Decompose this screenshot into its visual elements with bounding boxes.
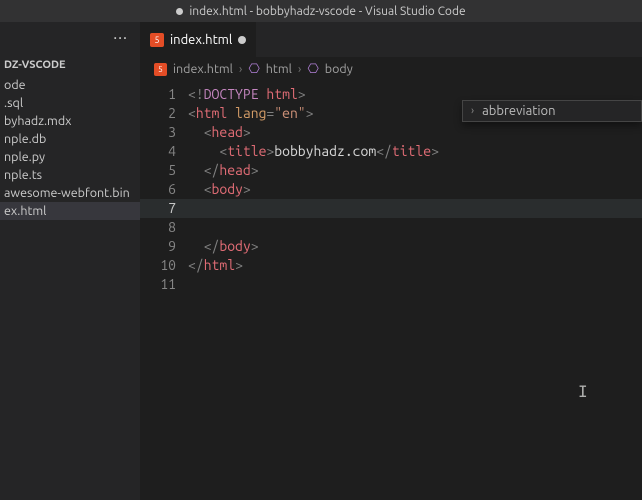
file-item[interactable]: awesome-webfont.bin xyxy=(0,184,140,202)
line-number: 10 xyxy=(140,256,176,275)
code-line[interactable]: </html> xyxy=(188,256,642,275)
line-number: 6 xyxy=(140,180,176,199)
line-number: 1 xyxy=(140,85,176,104)
file-item[interactable]: ode xyxy=(0,76,140,94)
explorer-folder-title[interactable]: DZ-VSCODE xyxy=(0,54,140,76)
brace-icon: ⎔ xyxy=(307,62,318,77)
code-line[interactable] xyxy=(188,218,642,237)
line-number: 9 xyxy=(140,237,176,256)
code-line[interactable]: <body> xyxy=(188,180,642,199)
breadcrumb-node[interactable]: html xyxy=(266,62,292,76)
file-item[interactable]: nple.py xyxy=(0,148,140,166)
breadcrumb-node[interactable]: body xyxy=(325,62,353,76)
file-item[interactable]: .sql xyxy=(0,94,140,112)
explorer-sidebar: ··· DZ-VSCODE ode .sql byhadz.mdx nple.d… xyxy=(0,22,140,500)
code-line[interactable] xyxy=(188,199,642,218)
line-number: 2 xyxy=(140,104,176,123)
breadcrumb-file[interactable]: index.html xyxy=(173,62,233,76)
line-number: 3 xyxy=(140,123,176,142)
chevron-right-icon: › xyxy=(239,62,243,76)
tab-bar: 5 index.html xyxy=(140,22,642,57)
line-number: 5 xyxy=(140,161,176,180)
file-item[interactable]: nple.db xyxy=(0,130,140,148)
code-line[interactable]: </head> xyxy=(188,161,642,180)
suggest-label: abbreviation xyxy=(482,104,555,118)
dirty-indicator-icon xyxy=(176,8,183,15)
chevron-right-icon: › xyxy=(471,105,474,117)
html-file-icon: 5 xyxy=(154,63,167,76)
suggest-item[interactable]: › abbreviation xyxy=(463,101,641,121)
tab-label: index.html xyxy=(170,33,232,47)
more-actions-icon[interactable]: ··· xyxy=(113,29,128,47)
line-number: 4 xyxy=(140,142,176,161)
file-item[interactable]: byhadz.mdx xyxy=(0,112,140,130)
code-editor[interactable]: 1 2 3 4 5 6 7 8 9 10 11 <!DOCTYPE html> … xyxy=(140,81,642,500)
code-line[interactable]: <head> xyxy=(188,123,642,142)
line-number: 8 xyxy=(140,218,176,237)
file-item[interactable]: ex.html xyxy=(0,202,140,220)
explorer-header: ··· xyxy=(0,22,140,54)
line-number: 11 xyxy=(140,275,176,294)
line-number: 7 xyxy=(140,199,176,218)
window-title: index.html - bobbyhadz-vscode - Visual S… xyxy=(189,5,465,18)
suggest-widget[interactable]: › abbreviation xyxy=(462,100,642,122)
tab-dirty-icon[interactable] xyxy=(238,36,246,44)
editor-area: 5 index.html 5 index.html › ⎔ html › ⎔ b… xyxy=(140,22,642,500)
code-line[interactable]: </body> xyxy=(188,237,642,256)
brace-icon: ⎔ xyxy=(248,62,259,77)
file-list: ode .sql byhadz.mdx nple.db nple.py nple… xyxy=(0,76,140,220)
breadcrumb[interactable]: 5 index.html › ⎔ html › ⎔ body xyxy=(140,57,642,81)
chevron-right-icon: › xyxy=(298,62,302,76)
code-line[interactable]: <title>bobbyhadz.com</title> xyxy=(188,142,642,161)
code-content[interactable]: <!DOCTYPE html> <html lang="en"> <head> … xyxy=(188,81,642,500)
text-cursor-icon: I xyxy=(578,382,588,401)
line-number-gutter: 1 2 3 4 5 6 7 8 9 10 11 xyxy=(140,81,188,500)
file-item[interactable]: nple.ts xyxy=(0,166,140,184)
html-file-icon: 5 xyxy=(150,33,164,47)
code-line[interactable] xyxy=(188,275,642,294)
title-bar: index.html - bobbyhadz-vscode - Visual S… xyxy=(0,0,642,22)
editor-tab[interactable]: 5 index.html xyxy=(140,22,257,57)
